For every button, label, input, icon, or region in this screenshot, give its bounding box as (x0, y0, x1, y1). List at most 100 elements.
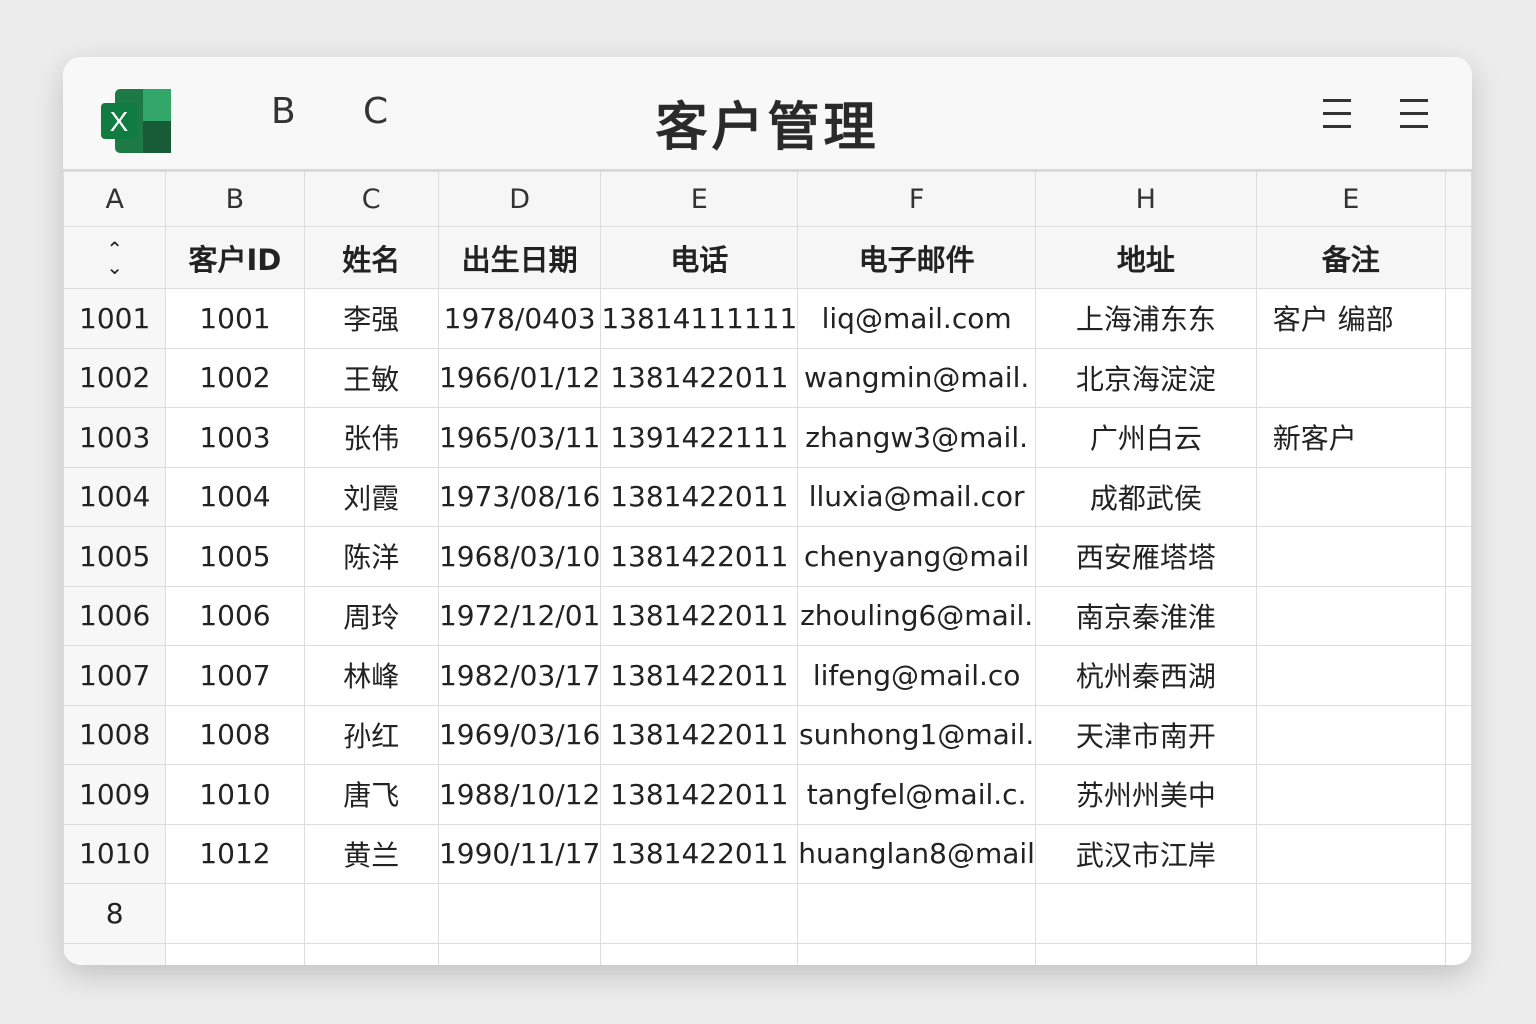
cell-name[interactable]: 陈洋 (303, 526, 439, 587)
cell[interactable] (1444, 288, 1472, 349)
cell[interactable] (600, 883, 799, 944)
cell-customer-id[interactable]: 1012 (165, 823, 305, 884)
cell-dob[interactable]: 1972/12/01 (437, 585, 602, 646)
cell-email[interactable]: wangmin@mail. (797, 347, 1036, 408)
cell-dob[interactable]: 1968/03/10 (437, 526, 602, 587)
cell-address[interactable]: 杭州秦西湖 (1034, 645, 1257, 706)
cell[interactable] (797, 883, 1036, 944)
cell-name[interactable]: 林峰 (303, 645, 439, 706)
cell-dob[interactable]: 1969/03/16 (437, 704, 602, 765)
header-phone[interactable]: 电话 (600, 226, 799, 289)
column-letter[interactable]: D (437, 171, 602, 227)
cell[interactable] (1444, 764, 1472, 825)
cell-phone[interactable]: 1381422011 (600, 347, 799, 408)
cell-customer-id[interactable]: 1007 (165, 645, 305, 706)
sort-icon[interactable]: ⌃ ⌄ (63, 226, 167, 289)
cell-email[interactable]: lifeng@mail.co (797, 645, 1036, 706)
cell-phone[interactable]: 1381422011 (600, 526, 799, 587)
cell[interactable] (1444, 883, 1472, 944)
cell[interactable] (1444, 704, 1472, 765)
cell-note[interactable]: 新客户 (1255, 407, 1446, 468)
column-letter[interactable]: E (600, 171, 799, 227)
cell-address[interactable]: 天津市南开 (1034, 704, 1257, 765)
cell-note[interactable]: 客户 编部 (1255, 288, 1446, 349)
cell-phone[interactable]: 1381422011 (600, 466, 799, 527)
header-name[interactable]: 姓名 (303, 226, 439, 289)
cell-phone[interactable]: 1381422011 (600, 764, 799, 825)
cell-phone[interactable]: 1381422011 (600, 823, 799, 884)
cell-dob[interactable]: 1990/11/17 (437, 823, 602, 884)
row-number[interactable]: 1007 (63, 645, 167, 706)
row-number[interactable]: 1009 (63, 764, 167, 825)
cell[interactable] (1444, 823, 1472, 884)
cell-dob[interactable]: 1965/03/11 (437, 407, 602, 468)
cell-note[interactable] (1255, 645, 1446, 706)
column-letter[interactable]: A (63, 171, 167, 227)
cell[interactable] (303, 883, 439, 944)
cell-address[interactable]: 南京秦淮淮 (1034, 585, 1257, 646)
header-address[interactable]: 地址 (1034, 226, 1257, 289)
cell-address[interactable]: 北京海淀淀 (1034, 347, 1257, 408)
cell-email[interactable]: tangfel@mail.c. (797, 764, 1036, 825)
cell[interactable] (437, 942, 602, 965)
cell-note[interactable] (1255, 704, 1446, 765)
cell[interactable] (1444, 347, 1472, 408)
cell-customer-id[interactable]: 1008 (165, 704, 305, 765)
cell[interactable] (797, 942, 1036, 965)
header-dob[interactable]: 出生日期 (437, 226, 602, 289)
column-letter[interactable]: E (1255, 171, 1446, 227)
column-letter[interactable]: F (797, 171, 1036, 227)
cell-phone[interactable]: 1381422011 (600, 704, 799, 765)
row-number[interactable]: 1006 (63, 585, 167, 646)
header-customer-id[interactable]: 客户ID (165, 226, 305, 289)
cell-name[interactable]: 唐飞 (303, 764, 439, 825)
row-number[interactable]: 1008 (63, 704, 167, 765)
column-letter[interactable]: H (1034, 171, 1257, 227)
row-number[interactable]: 1004 (63, 466, 167, 527)
cell[interactable] (1034, 883, 1257, 944)
cell-name[interactable]: 王敏 (303, 347, 439, 408)
cell-name[interactable]: 周玲 (303, 585, 439, 646)
header-note[interactable]: 备注 (1255, 226, 1446, 289)
column-letter-empty[interactable] (1444, 171, 1472, 227)
cell[interactable] (303, 942, 439, 965)
cell-customer-id[interactable]: 1003 (165, 407, 305, 468)
cell-customer-id[interactable]: 1010 (165, 764, 305, 825)
cell-email[interactable]: liq@mail.com (797, 288, 1036, 349)
cell-dob[interactable]: 1988/10/12 (437, 764, 602, 825)
cell[interactable] (1444, 466, 1472, 527)
cell-dob[interactable]: 1973/08/16 (437, 466, 602, 527)
cell[interactable] (437, 883, 602, 944)
cell[interactable] (1444, 585, 1472, 646)
cell-address[interactable]: 成都武侯 (1034, 466, 1257, 527)
row-number[interactable]: 1001 (63, 288, 167, 349)
cell-phone[interactable]: 13814111111 (600, 288, 799, 349)
cell[interactable] (600, 942, 799, 965)
cell-address[interactable]: 苏州州美中 (1034, 764, 1257, 825)
cell[interactable] (1444, 407, 1472, 468)
cell-dob[interactable]: 1978/0403 (437, 288, 602, 349)
row-number[interactable]: 8 (63, 883, 167, 944)
cell-phone[interactable]: 1391422111 (600, 407, 799, 468)
row-number[interactable] (63, 942, 167, 965)
cell[interactable] (165, 883, 305, 944)
cell-customer-id[interactable]: 1001 (165, 288, 305, 349)
cell[interactable] (1444, 942, 1472, 965)
cell-address[interactable]: 西安雁塔塔 (1034, 526, 1257, 587)
cell-dob[interactable]: 1982/03/17 (437, 645, 602, 706)
cell-note[interactable] (1255, 466, 1446, 527)
cell-customer-id[interactable]: 1004 (165, 466, 305, 527)
cell-email[interactable]: lluxia@mail.cor (797, 466, 1036, 527)
cell[interactable] (165, 942, 305, 965)
cell-customer-id[interactable]: 1002 (165, 347, 305, 408)
row-number[interactable]: 1003 (63, 407, 167, 468)
cell-phone[interactable]: 1381422011 (600, 645, 799, 706)
cell-note[interactable] (1255, 526, 1446, 587)
cell[interactable] (1034, 942, 1257, 965)
row-number[interactable]: 1002 (63, 347, 167, 408)
cell-email[interactable]: chenyang@mail (797, 526, 1036, 587)
column-letter[interactable]: C (303, 171, 439, 227)
column-letter[interactable]: B (165, 171, 305, 227)
cell-email[interactable]: zhouling6@mail. (797, 585, 1036, 646)
cell-note[interactable] (1255, 347, 1446, 408)
